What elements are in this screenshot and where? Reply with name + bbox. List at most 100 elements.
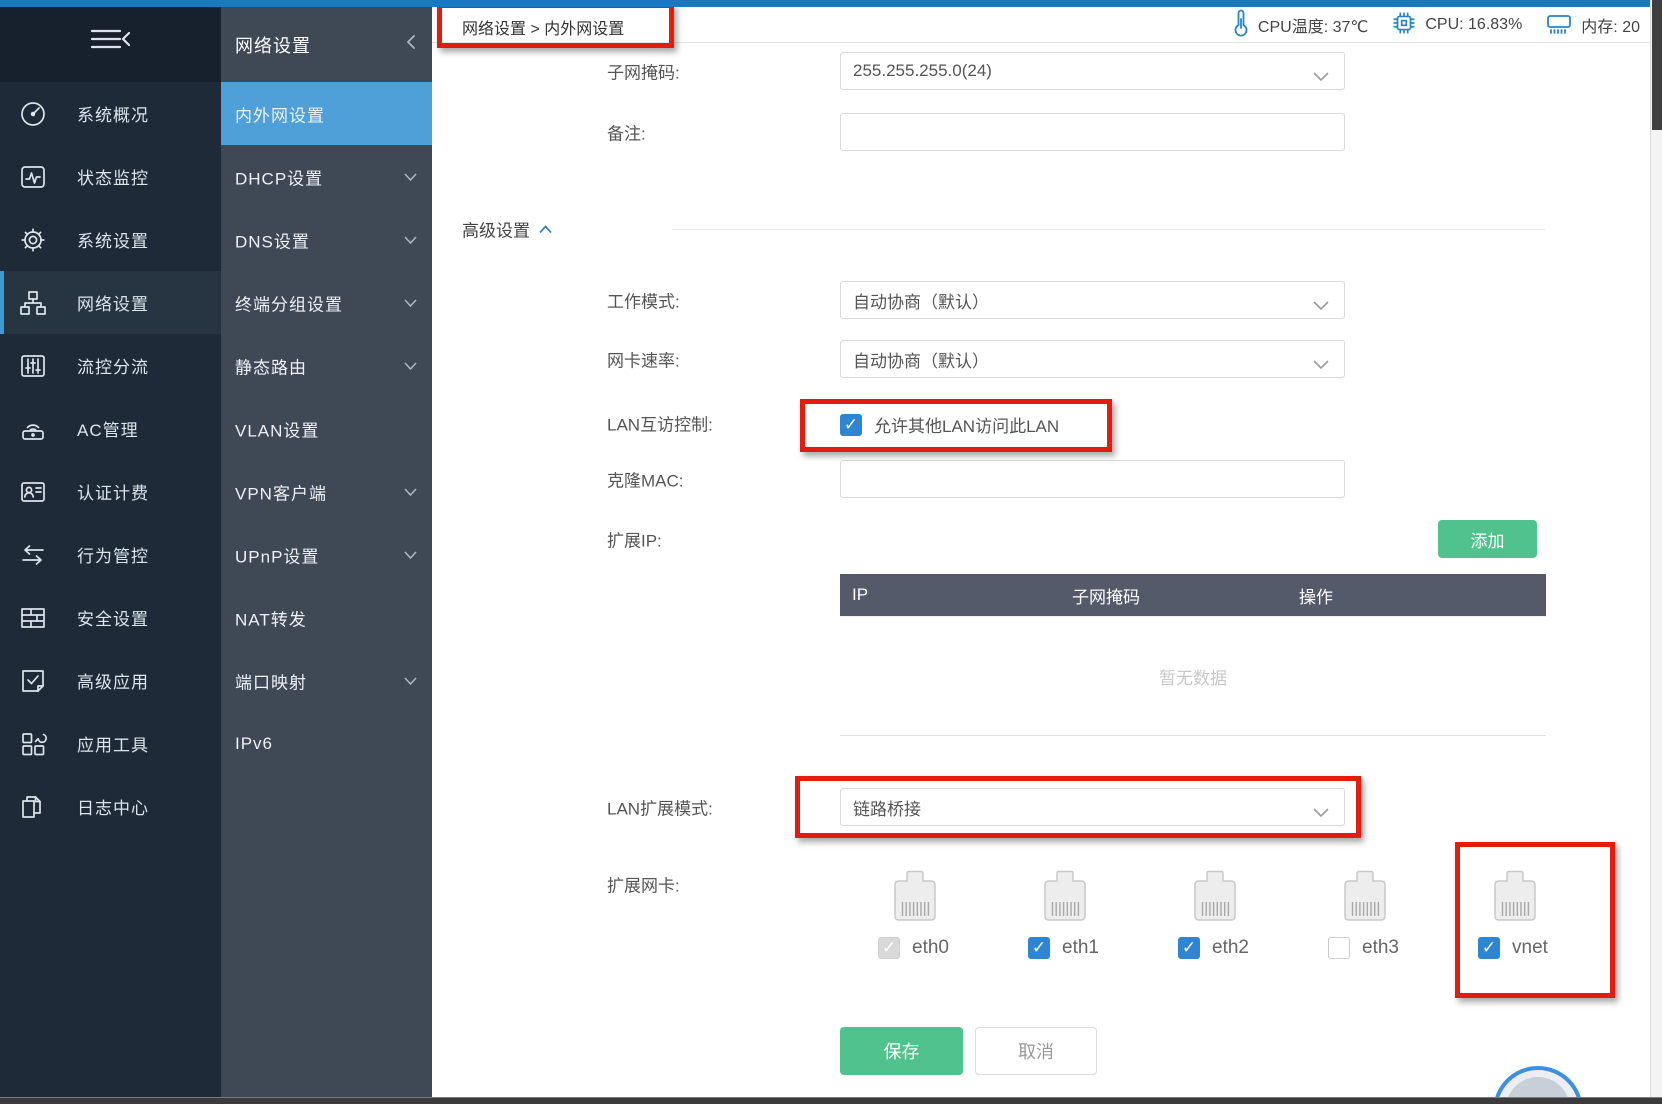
sidebar-item-ac-management[interactable]: AC管理	[0, 397, 221, 460]
submenu-item-label: 端口映射	[235, 673, 307, 692]
section-divider	[672, 229, 1545, 230]
sidebar-item-security-settings[interactable]: 安全设置	[0, 586, 221, 649]
submenu-title: 网络设置	[235, 36, 311, 56]
port-name: eth2	[1212, 937, 1249, 958]
ext-ip-table: IP 子网掩码 操作 暂无数据	[840, 574, 1546, 736]
submenu-item-nat-forwarding[interactable]: NAT转发	[221, 586, 432, 649]
chevron-down-icon	[1312, 803, 1330, 823]
sidebar-item-app-tools[interactable]: 应用工具	[0, 712, 221, 775]
gauge-icon	[18, 99, 48, 129]
log-files-icon	[18, 792, 48, 822]
submenu-item-label: NAT转发	[235, 610, 307, 629]
port-eth1-checkbox[interactable]	[1028, 937, 1050, 959]
lan-access-checkbox[interactable]	[840, 413, 862, 436]
lan-access-field: 允许其他LAN访问此LAN	[840, 412, 1059, 437]
chevron-down-icon	[403, 356, 418, 376]
chevron-down-icon	[1312, 67, 1330, 87]
doc-check-icon	[18, 666, 48, 696]
chevron-down-icon	[403, 167, 418, 187]
scrollbar-thumb[interactable]	[1652, 0, 1662, 130]
submenu-item-upnp[interactable]: UPnP设置	[221, 523, 432, 586]
lan-access-label: LAN互访控制:	[607, 415, 713, 435]
advanced-settings-toggle[interactable]: 高级设置	[462, 217, 553, 242]
wifi-ap-icon	[18, 414, 48, 444]
sidebar-item-network-settings[interactable]: 网络设置	[0, 271, 221, 334]
save-button[interactable]: 保存	[840, 1027, 963, 1075]
sidebar-item-auth-billing[interactable]: 认证计费	[0, 460, 221, 523]
cpu-usage-stat: CPU: 16.83%	[1390, 9, 1522, 42]
breadcrumb: 网络设置 > 内外网设置	[462, 21, 625, 38]
port-eth0-checkbox[interactable]	[878, 937, 900, 959]
ethernet-port-icon	[1335, 870, 1395, 926]
sidebar-item-system-overview[interactable]: 系统概况	[0, 82, 221, 145]
advanced-settings-label: 高级设置	[462, 221, 530, 241]
sidebar-item-label: 高级应用	[77, 673, 149, 692]
subnet-mask-label: 子网掩码:	[607, 63, 680, 83]
sidebar-menu: 系统概况 状态监控 系统设置 网络设置 流控分流 AC管理 认证计费 行为管控 …	[0, 82, 221, 838]
chevron-down-icon	[403, 545, 418, 565]
lan-ext-mode-select[interactable]: 链路桥接	[840, 788, 1345, 826]
sidebar-item-advanced-apps[interactable]: 高级应用	[0, 649, 221, 712]
clone-mac-input[interactable]	[840, 460, 1345, 498]
ethernet-port-icon	[1485, 870, 1545, 926]
submenu-item-label: DNS设置	[235, 232, 310, 251]
submenu-item-terminal-grouping[interactable]: 终端分组设置	[221, 271, 432, 334]
sidebar-item-label: 认证计费	[77, 484, 149, 503]
chevron-up-icon	[538, 219, 553, 239]
remark-label: 备注:	[607, 124, 646, 144]
add-button[interactable]: 添加	[1438, 520, 1537, 558]
memory-value: 内存: 20	[1581, 19, 1640, 36]
submenu-item-dhcp[interactable]: DHCP设置	[221, 145, 432, 208]
vertical-scrollbar	[1650, 0, 1662, 1104]
cpu-temp-value: CPU温度: 37℃	[1257, 19, 1369, 36]
chevron-down-icon	[1312, 296, 1330, 316]
submenu-item-label: IPv6	[235, 733, 274, 753]
port-vnet-checkbox[interactable]	[1478, 937, 1500, 959]
port-eth3-checkbox[interactable]	[1328, 937, 1350, 959]
memory-icon	[1544, 10, 1574, 41]
remark-input[interactable]	[840, 113, 1345, 151]
router-admin-window: 系统概况 状态监控 系统设置 网络设置 流控分流 AC管理 认证计费 行为管控 …	[0, 0, 1662, 1104]
sidebar-item-system-settings[interactable]: 系统设置	[0, 208, 221, 271]
lan-access-checkbox-label: 允许其他LAN访问此LAN	[874, 417, 1060, 436]
port-eth0: eth0	[878, 870, 978, 959]
ext-ip-label: 扩展IP:	[607, 531, 662, 551]
topbar: 网络设置 > 内外网设置 CPU温度: 37℃ CPU: 16.83% 内存: …	[432, 7, 1650, 43]
swap-arrows-icon	[18, 540, 48, 570]
sidebar-item-behavior-control[interactable]: 行为管控	[0, 523, 221, 586]
chevron-down-icon	[403, 671, 418, 691]
submenu-item-label: UPnP设置	[235, 547, 320, 566]
ethernet-port-icon	[1035, 870, 1095, 926]
sidebar-collapse-button[interactable]	[0, 0, 221, 82]
lan-ext-mode-label: LAN扩展模式:	[607, 799, 713, 819]
empty-table-text: 暂无数据	[840, 616, 1546, 736]
sidebar-item-flow-control[interactable]: 流控分流	[0, 334, 221, 397]
submenu-item-dns[interactable]: DNS设置	[221, 208, 432, 271]
submenu-item-label: VLAN设置	[235, 421, 320, 440]
submenu-item-static-routes[interactable]: 静态路由	[221, 334, 432, 397]
app-tools-icon	[18, 729, 48, 759]
chevron-down-icon	[403, 230, 418, 250]
subnet-mask-value: 255.255.255.0(24)	[853, 61, 992, 80]
submenu-item-label: 终端分组设置	[235, 295, 343, 314]
system-stats: CPU温度: 37℃ CPU: 16.83% 内存: 20	[1231, 7, 1640, 43]
port-eth2-checkbox[interactable]	[1178, 937, 1200, 959]
subnet-mask-select[interactable]: 255.255.255.0(24)	[840, 52, 1345, 90]
submenu-item-port-mapping[interactable]: 端口映射	[221, 649, 432, 712]
nic-speed-select[interactable]: 自动协商（默认）	[840, 340, 1345, 378]
submenu-item-vpn-client[interactable]: VPN客户端	[221, 460, 432, 523]
cancel-button[interactable]: 取消	[975, 1027, 1097, 1075]
submenu-item-ipv6[interactable]: IPv6	[221, 712, 432, 775]
chevron-down-icon	[403, 482, 418, 502]
port-vnet: vnet	[1478, 870, 1578, 959]
sidebar-item-label: AC管理	[77, 421, 139, 440]
submenu-item-lan-wan[interactable]: 内外网设置	[221, 82, 432, 145]
submenu-item-vlan[interactable]: VLAN设置	[221, 397, 432, 460]
sidebar-item-label: 安全设置	[77, 610, 149, 629]
sidebar-item-log-center[interactable]: 日志中心	[0, 775, 221, 838]
sidebar-item-label: 系统概况	[77, 106, 149, 125]
work-mode-select[interactable]: 自动协商（默认）	[840, 281, 1345, 319]
network-settings-submenu: 网络设置 内外网设置 DHCP设置 DNS设置 终端分组设置 静态路由 VLAN	[221, 0, 432, 1104]
chevron-left-icon[interactable]	[404, 33, 418, 56]
sidebar-item-status-monitor[interactable]: 状态监控	[0, 145, 221, 208]
